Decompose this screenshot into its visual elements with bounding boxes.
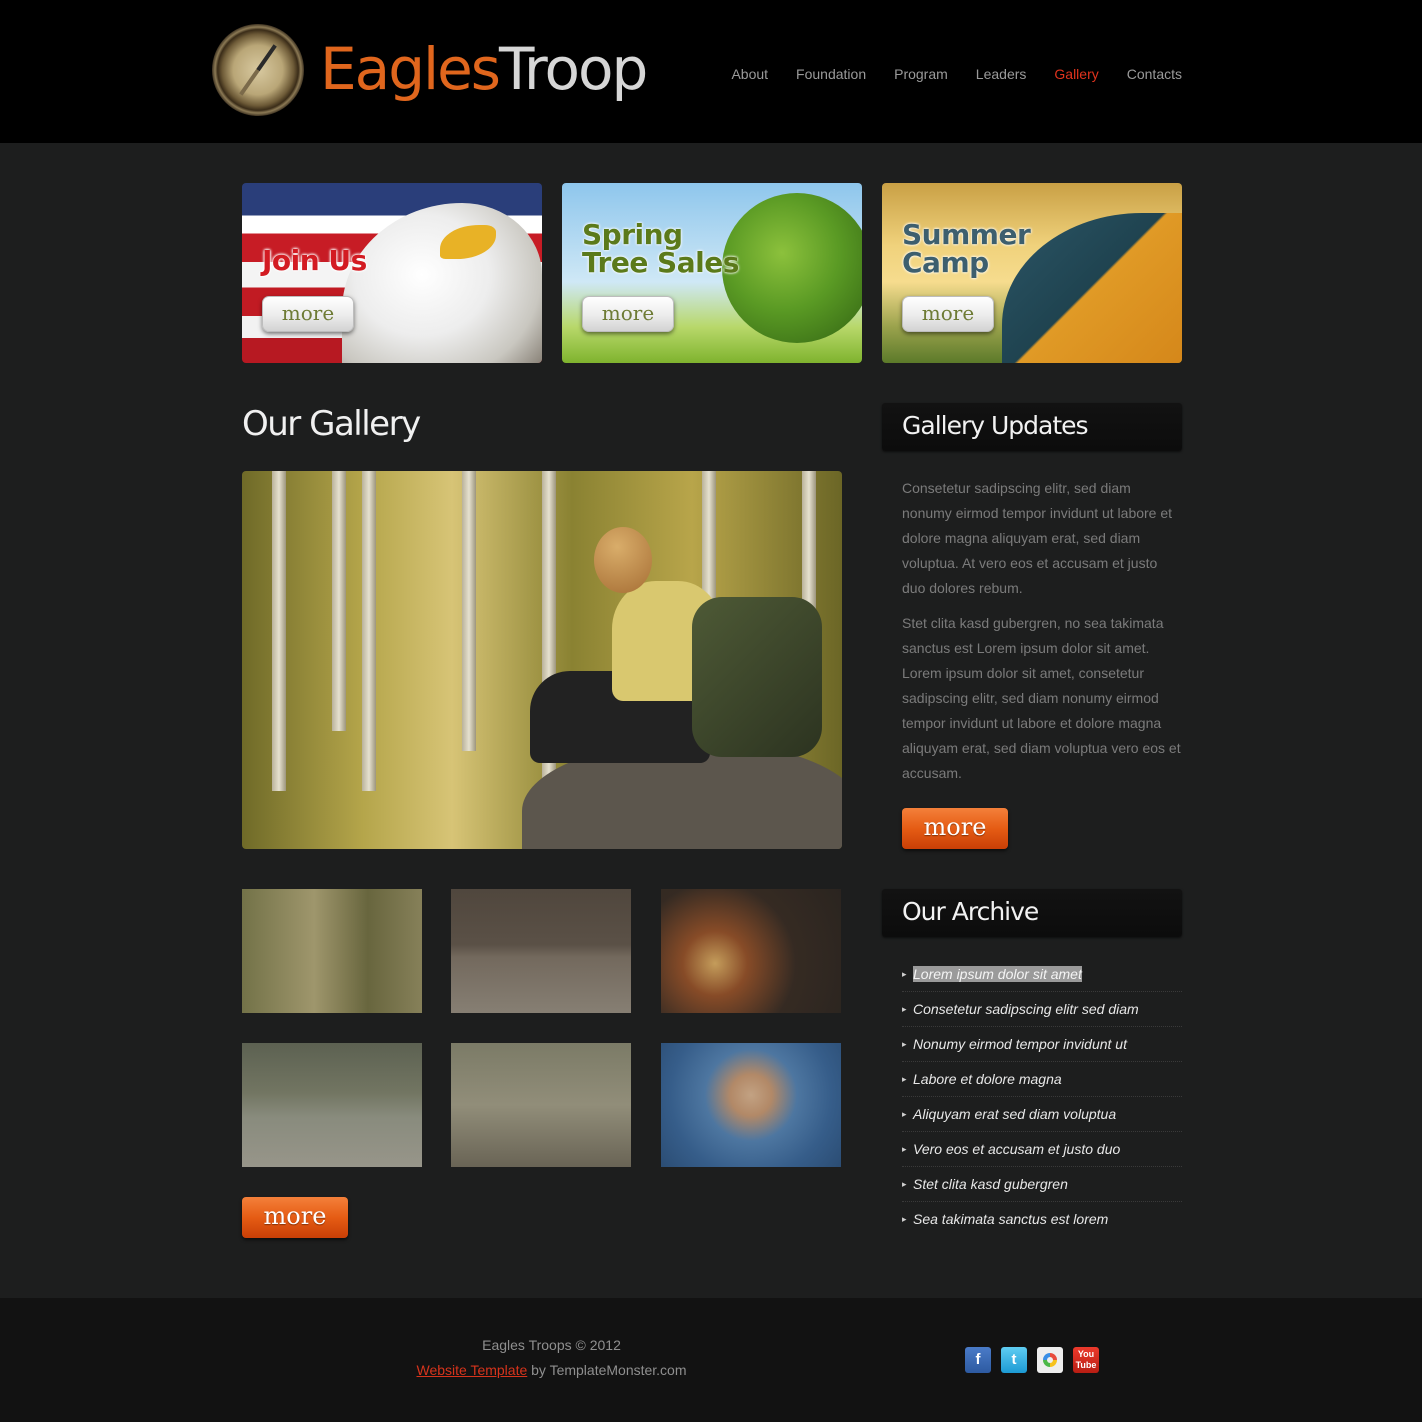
banner-more-button[interactable]: more (582, 296, 674, 332)
archive-item-label[interactable]: Lorem ipsum dolor sit amet (913, 966, 1082, 982)
gallery-thumbnail[interactable] (242, 1043, 422, 1167)
bullet-icon: ▸ (902, 969, 907, 979)
eagle-image (342, 203, 542, 363)
main-nav: About Foundation Program Leaders Gallery… (712, 66, 1182, 86)
banner-join-us[interactable]: Join Us more (242, 183, 542, 363)
nav-gallery[interactable]: Gallery (1054, 66, 1098, 86)
logo-word-troop: Troop (499, 35, 648, 103)
archive-item-label[interactable]: Nonumy eirmod tempor invidunt ut (913, 1036, 1127, 1052)
bullet-icon: ▸ (902, 1214, 907, 1224)
archive-list: ▸ Lorem ipsum dolor sit amet ▸ Consetetur … (902, 957, 1182, 1237)
credits-text: by TemplateMonster.com (527, 1362, 687, 1378)
archive-item[interactable]: ▸ Lorem ipsum dolor sit amet (902, 957, 1182, 992)
site-footer (0, 1298, 1422, 1422)
nav-foundation[interactable]: Foundation (796, 66, 866, 86)
archive-item[interactable]: ▸ Labore et dolore magna (902, 1062, 1182, 1097)
archive-item-label[interactable]: Sea takimata sanctus est lorem (913, 1211, 1108, 1227)
gallery-thumbnail[interactable] (451, 889, 631, 1013)
gallery-thumbnail[interactable] (242, 889, 422, 1013)
copyright-text: Eagles Troops © 2012 (482, 1337, 621, 1353)
nav-program[interactable]: Program (894, 66, 948, 86)
archive-item-label[interactable]: Consetetur sadipscing elitr sed diam (913, 1001, 1139, 1017)
banner-title-line2: Tree Sales (582, 246, 739, 279)
archive-item[interactable]: ▸ Nonumy eirmod tempor invidunt ut (902, 1027, 1182, 1062)
main-gallery-photo[interactable] (242, 471, 842, 849)
banner-title: Summer Camp (902, 218, 1031, 279)
banner-title-line1: Join Us (262, 244, 367, 277)
updates-paragraph-2: Stet clita kasd gubergren, no sea takima… (902, 615, 1181, 781)
banner-summer-camp[interactable]: Summer Camp more (882, 183, 1182, 363)
banner-title: Join Us (262, 247, 367, 275)
archive-item[interactable]: ▸ Vero eos et accusam et justo duo (902, 1132, 1182, 1167)
nav-about[interactable]: About (731, 66, 768, 86)
archive-item[interactable]: ▸ Aliquyam erat sed diam voluptua (902, 1097, 1182, 1132)
bullet-icon: ▸ (902, 1039, 907, 1049)
footer-copyright: Eagles Troops © 2012 Website Template by… (400, 1333, 703, 1383)
bullet-icon: ▸ (902, 1109, 907, 1119)
bullet-icon: ▸ (902, 1004, 907, 1014)
gallery-heading: Our Gallery (242, 404, 421, 444)
nav-leaders[interactable]: Leaders (976, 66, 1027, 86)
gallery-thumbnail[interactable] (661, 1043, 841, 1167)
archive-item[interactable]: ▸ Sea takimata sanctus est lorem (902, 1202, 1182, 1237)
banner-title-line1: Summer (902, 218, 1031, 251)
archive-item-label[interactable]: Labore et dolore magna (913, 1071, 1062, 1087)
nav-contacts[interactable]: Contacts (1127, 66, 1182, 86)
archive-header: Our Archive (882, 889, 1182, 937)
website-template-link[interactable]: Website Template (416, 1362, 527, 1378)
banner-more-button[interactable]: more (262, 296, 354, 332)
compass-icon (212, 24, 304, 116)
twitter-icon[interactable]: t (1001, 1347, 1027, 1373)
archive-item-label[interactable]: Vero eos et accusam et justo duo (913, 1141, 1120, 1157)
archive-heading: Our Archive (902, 897, 1039, 926)
site-header: EaglesTroop About Foundation Program Lea… (0, 0, 1422, 143)
credits-line: Website Template by TemplateMonster.com (400, 1358, 703, 1383)
bullet-icon: ▸ (902, 1179, 907, 1189)
gallery-more-button[interactable]: more (242, 1197, 348, 1238)
archive-item[interactable]: ▸ Stet clita kasd gubergren (902, 1167, 1182, 1202)
logo-word-eagles: Eagles (320, 35, 501, 103)
archive-item-label[interactable]: Aliquyam erat sed diam voluptua (913, 1106, 1116, 1122)
updates-more-button[interactable]: more (902, 808, 1008, 849)
gallery-thumbnail[interactable] (451, 1043, 631, 1167)
banner-title: Spring Tree Sales (582, 221, 739, 277)
banner-title-line2: Camp (902, 246, 989, 279)
facebook-icon[interactable]: f (965, 1347, 991, 1373)
youtube-icon[interactable]: You Tube (1073, 1347, 1099, 1373)
gallery-updates-heading: Gallery Updates (902, 411, 1089, 440)
archive-item[interactable]: ▸ Consetetur sadipscing elitr sed diam (902, 992, 1182, 1027)
banner-spring-tree-sales[interactable]: Spring Tree Sales more (562, 183, 862, 363)
updates-paragraph-1: Consetetur sadipscing elitr, sed diam no… (902, 480, 1173, 596)
archive-item-label[interactable]: Stet clita kasd gubergren (913, 1176, 1068, 1192)
bullet-icon: ▸ (902, 1144, 907, 1154)
gallery-updates-header: Gallery Updates (882, 403, 1182, 451)
bullet-icon: ▸ (902, 1074, 907, 1084)
banner-title-line1: Spring (582, 218, 683, 251)
site-logo[interactable]: EaglesTroop (212, 24, 672, 120)
tree-image (722, 193, 862, 343)
banner-more-button[interactable]: more (902, 296, 994, 332)
logo-text: EaglesTroop (320, 34, 648, 104)
picasa-icon[interactable] (1037, 1347, 1063, 1373)
gallery-thumbnail[interactable] (661, 889, 841, 1013)
